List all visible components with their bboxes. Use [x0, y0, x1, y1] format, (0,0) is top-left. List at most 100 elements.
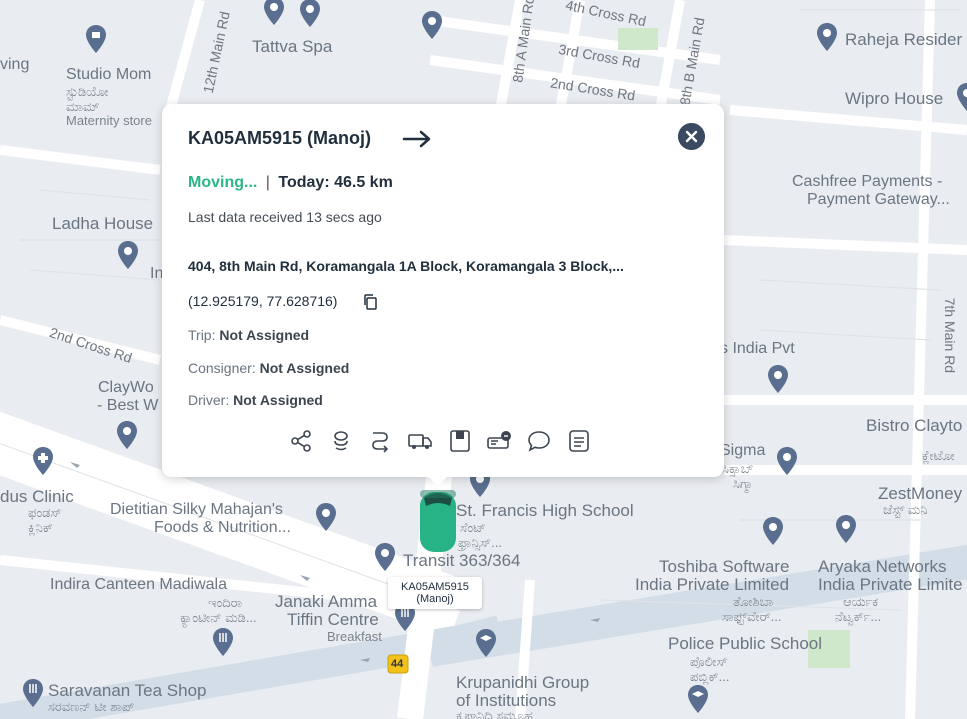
car-marker-icon[interactable] [414, 486, 462, 556]
map-label: - Best W [97, 397, 159, 414]
action-bar [282, 427, 602, 455]
map-label: ಕ್ಯಾಂಟೀನ್ ಮಡಿ... [180, 610, 257, 625]
map-pin-icon[interactable] [262, 0, 286, 26]
vehicle-status-line: Moving... | Today: 46.5 km [188, 174, 393, 192]
hospital-pin-icon[interactable] [31, 446, 55, 476]
map-label: ಮಾಮ್ [66, 99, 100, 114]
map-pin-icon[interactable] [314, 502, 338, 532]
route-icon[interactable] [366, 427, 394, 455]
map-label: ಸಾಫ್ಟ್‌ವೇರ್... [722, 609, 782, 624]
map-label: Indira Canteen Madiwala [50, 576, 227, 593]
highway-number: 44 [391, 658, 404, 670]
close-icon[interactable] [678, 123, 705, 150]
map-pin-icon[interactable] [373, 542, 397, 572]
map-label: ತೋಶಿಬಾ [733, 594, 774, 609]
map-label: dus Clinic [0, 487, 74, 506]
map-pin-icon[interactable] [955, 82, 967, 112]
map-label: ನೆಟ್ವರ್ಕ್... [835, 609, 882, 624]
shopping-pin-icon[interactable] [84, 24, 108, 54]
map-label: Police Public School [668, 634, 823, 653]
map-label: s India Pvt [720, 340, 795, 357]
map-label: ಫ್ರಾನ್ಸಿಸ್... [458, 535, 502, 550]
map-pin-icon[interactable] [775, 446, 799, 476]
copy-icon[interactable] [362, 293, 378, 311]
map-label: ಕೃಪಾನಿಧಿ ಸಮೂಹ [456, 708, 533, 719]
vehicle-info-popup: KA05AM5915 (Manoj) Moving... | Today: 46… [162, 104, 724, 477]
map-label: ಜೆಸ್ಟ್ ಮನಿ [883, 502, 928, 517]
map-label: Studio Mom [66, 66, 152, 83]
consigner-row: Consigner: Not Assigned [188, 360, 349, 376]
notes-icon[interactable] [565, 427, 593, 455]
map-label: Saravanan Tea Shop [48, 681, 207, 700]
map-pin-icon[interactable] [298, 0, 322, 28]
trip-row: Trip: Not Assigned [188, 327, 309, 343]
vehicle-label-driver: (Manoj) [416, 593, 454, 605]
map-pin-icon[interactable] [115, 420, 139, 450]
vehicle-title[interactable]: KA05AM5915 (Manoj) [188, 128, 371, 149]
driver-value: Not Assigned [233, 392, 323, 408]
fuel-icon[interactable] [485, 427, 513, 455]
map-pin-icon[interactable] [766, 364, 790, 394]
status-separator: | [265, 174, 270, 191]
map-label: India Private Limite [818, 575, 963, 594]
truck-icon[interactable] [406, 427, 434, 455]
map-label: Bistro Clayto [866, 416, 963, 435]
trip-value: Not Assigned [219, 327, 310, 343]
map-label: Krupanidhi Group [456, 673, 590, 692]
map-label: ಸಿಗ್ಮಾ [733, 476, 754, 491]
trip-label: Trip: [188, 327, 216, 343]
map-label: Payment Gateway... [807, 191, 950, 208]
map-label: Ladha House [52, 214, 154, 233]
map-label: Foods & Nutrition... [154, 519, 291, 536]
map-label: ClayWo [98, 379, 154, 396]
school-pin-icon[interactable] [686, 684, 710, 714]
vehicle-label-number: KA05AM5915 [401, 581, 469, 593]
map-label: ಸಿಕ್ಸಾಬ್ [722, 461, 754, 476]
document-icon[interactable] [446, 427, 474, 455]
map-label: ಫಂಡಸ್ [28, 505, 62, 520]
ignition-icon[interactable] [327, 427, 355, 455]
map-label: ಪಬ್ಲಿಕ್... [690, 669, 730, 684]
today-distance: Today: 46.5 km [278, 174, 393, 191]
map-label: Sigma [720, 442, 766, 459]
map-label: India Private Limited [635, 575, 790, 594]
popup-pointer [428, 476, 448, 486]
map-label: ಸೆಂಟ್ [460, 520, 486, 535]
map-pin-icon[interactable] [116, 240, 140, 270]
map-label: ಆರ್ಯಕ [843, 594, 879, 609]
vehicle-coordinates: (12.925179, 77.628716) [188, 293, 338, 309]
map-pin-icon[interactable] [815, 22, 839, 52]
restaurant-pin-icon[interactable] [211, 627, 235, 657]
map-label: ZestMoney [878, 484, 963, 503]
driver-row: Driver: Not Assigned [188, 392, 323, 408]
vehicle-address: 404, 8th Main Rd, Koramangala 1A Block, … [188, 258, 624, 274]
restaurant-pin-icon[interactable] [21, 678, 45, 708]
last-data-received: Last data received 13 secs ago [188, 209, 382, 225]
arrow-right-icon[interactable] [402, 130, 432, 148]
map-label: Wipro House [845, 89, 944, 108]
map-label: Raheja Resider [845, 30, 963, 49]
chat-icon[interactable] [525, 427, 553, 455]
map-label: Tiffin Centre [287, 610, 379, 629]
school-pin-icon[interactable] [474, 628, 498, 658]
moving-status: Moving... [188, 174, 258, 191]
consigner-label: Consigner: [188, 360, 256, 376]
map-pin-icon[interactable] [834, 514, 858, 544]
map-label: ಸ್ಟುಡಿಯೋ [66, 84, 109, 99]
map-label: ಇಂದಿರಾ [208, 595, 243, 610]
consigner-value: Not Assigned [259, 360, 350, 376]
map-label: ಕ್ಲಿನಿಕ್ [28, 520, 53, 535]
map-label: ving [0, 56, 30, 73]
map-label: Dietitian Silky Mahajan's [110, 501, 283, 518]
map-pin-icon[interactable] [761, 516, 785, 546]
map-pin-icon[interactable] [420, 10, 444, 40]
map-label: ಪೊಲೀಸ್ [690, 654, 728, 669]
map-label: Toshiba Software [659, 557, 790, 576]
map-label: St. Francis High School [456, 501, 634, 520]
vehicle-label[interactable]: KA05AM5915 (Manoj) [388, 577, 482, 609]
map-label: Cashfree Payments - [792, 173, 943, 190]
share-icon[interactable] [287, 427, 315, 455]
map-label: ಕ್ಲೇಟೋ [922, 448, 955, 463]
map-label: Janaki Amma [275, 592, 378, 611]
map-label: Breakfast [327, 629, 382, 644]
